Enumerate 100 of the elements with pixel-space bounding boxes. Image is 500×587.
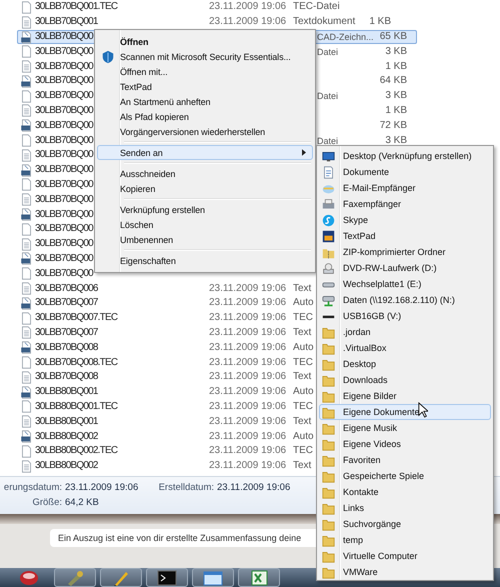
file-name[interactable]: 30LBB70BQ001 xyxy=(35,16,98,28)
menu-item[interactable]: USB16GB (V:) xyxy=(319,308,491,324)
mouse-cursor-icon xyxy=(418,402,428,418)
menu-item[interactable]: Löschen xyxy=(97,217,313,232)
menu-item[interactable]: Desktop xyxy=(319,356,491,372)
text-file-icon xyxy=(20,415,33,428)
menu-item[interactable]: Desktop (Verknüpfung erstellen) xyxy=(319,148,491,164)
file-name[interactable]: 30LBB70BQ00 xyxy=(35,194,93,205)
file-name[interactable]: 30LBB70BQ00 xyxy=(35,208,93,220)
text-file-icon xyxy=(20,148,33,162)
file-date: 23.11.2009 19:06 xyxy=(209,460,286,472)
file-name[interactable]: 30LBB80BQ001 xyxy=(35,386,98,398)
menu-item[interactable]: Gespeicherte Spiele xyxy=(319,468,491,484)
file-type: Auto xyxy=(293,386,314,398)
menu-item[interactable]: TextPad xyxy=(319,228,491,244)
file-name[interactable]: 30LBB70BQ00 xyxy=(35,268,93,279)
detail-value: 64,2 KB xyxy=(65,497,99,510)
drawing-file-icon xyxy=(20,252,33,266)
drawing-file-icon xyxy=(20,119,33,132)
drawing-file-icon xyxy=(20,341,33,354)
file-name[interactable]: 30LBB70BQ008 xyxy=(35,371,98,382)
file-name[interactable]: 30LBB70BQ00 xyxy=(35,60,93,72)
file-name[interactable]: 30LBB70BQ00 xyxy=(35,30,93,42)
file-name[interactable]: 30LBB70BQ00 xyxy=(35,75,93,86)
file-name[interactable]: 30LBB70BQ007 xyxy=(35,326,98,338)
menu-item[interactable]: Eigene Musik xyxy=(319,420,491,436)
menu-item[interactable]: DVD-RW-Laufwerk (D:) xyxy=(319,260,491,276)
menu-item[interactable]: .jordan xyxy=(319,324,491,340)
file-name[interactable]: 30LBB70BQ007.TEC xyxy=(35,312,118,324)
file-name[interactable]: 30LBB70BQ00 xyxy=(35,178,93,190)
file-name[interactable]: 30LBB70BQ00 xyxy=(35,252,93,264)
file-name[interactable]: 30LBB70BQ00 xyxy=(35,223,93,234)
file-name[interactable]: 30LBB70BQ00 xyxy=(35,238,93,250)
taskbar-button[interactable] xyxy=(238,568,280,587)
text-file-icon xyxy=(20,326,33,340)
menu-item[interactable]: Favoriten xyxy=(319,452,491,468)
file-name[interactable]: 30LBB70BQ001.TEC xyxy=(35,1,118,12)
file-name[interactable]: 30LBB70BQ00 xyxy=(35,134,93,146)
text-file-icon xyxy=(20,16,33,29)
menu-item[interactable]: Downloads xyxy=(319,372,491,388)
menu-item[interactable]: Verknüpfung erstellen xyxy=(97,202,313,217)
file-name[interactable]: 30LBB70BQ006 xyxy=(35,282,98,294)
menu-item[interactable]: Suchvorgänge xyxy=(319,516,491,532)
menu-item[interactable]: Öffnen mit... xyxy=(97,64,313,79)
file-name[interactable]: 30LBB80BQ002 xyxy=(35,460,98,472)
file-size: 65 KB xyxy=(380,30,407,42)
file-icon xyxy=(20,312,33,325)
menu-item[interactable]: Scannen mit Microsoft Security Essentials... xyxy=(97,49,313,64)
file-name[interactable]: 30LBB70BQ007 xyxy=(35,297,98,308)
menu-item[interactable]: Faxempfänger xyxy=(319,196,491,212)
file-name[interactable]: 30LBB80BQ002 xyxy=(35,430,98,442)
desktop-icon xyxy=(322,150,335,162)
file-name[interactable]: 30LBB80BQ002.TEC xyxy=(35,445,118,456)
file-name[interactable]: 30LBB70BQ00 xyxy=(35,90,93,102)
menu-item[interactable]: Ausschneiden xyxy=(97,166,313,181)
file-name[interactable]: 30LBB70BQ00 xyxy=(35,120,93,131)
menu-item[interactable]: Eigenschaften xyxy=(97,253,313,268)
menu-item[interactable]: Kontakte xyxy=(319,484,491,500)
menu-item[interactable]: Kopieren xyxy=(97,181,313,196)
file-name[interactable]: 30LBB70BQ00 xyxy=(35,164,93,176)
menu-item[interactable]: .VirtualBox xyxy=(319,340,491,356)
taskbar-button[interactable] xyxy=(146,568,188,587)
file-name[interactable]: 30LBB80BQ001.TEC xyxy=(35,400,118,412)
file-type: Text xyxy=(293,371,312,382)
menu-item[interactable]: TextPad xyxy=(97,79,313,94)
folder-icon xyxy=(322,454,335,466)
file-name[interactable]: 30LBB70BQ00 xyxy=(35,46,93,57)
menu-item[interactable]: Eigene Videos xyxy=(319,436,491,452)
file-name[interactable]: 30LBB70BQ008.TEC xyxy=(35,356,118,368)
taskbar-button[interactable] xyxy=(192,568,234,587)
menu-item[interactable]: Daten (\\192.168.2.110) (N:) xyxy=(319,292,491,308)
menu-item[interactable]: Öffnen xyxy=(97,34,313,49)
file-date: 23.11.2009 19:06 xyxy=(209,386,286,398)
menu-item[interactable]: VMWare xyxy=(319,564,491,580)
file-icon xyxy=(20,400,33,414)
file-date: 23.11.2009 19:06 xyxy=(209,356,286,368)
menu-item[interactable]: Eigene Bilder xyxy=(319,388,491,404)
menu-item[interactable]: Skype xyxy=(319,212,491,228)
menu-item[interactable]: Wechselplatte1 (E:) xyxy=(319,276,491,292)
drawing-file-icon xyxy=(20,30,33,44)
menu-item[interactable]: Virtuelle Computer xyxy=(319,548,491,564)
menu-item[interactable]: An Startmenü anheften xyxy=(97,94,313,109)
menu-item[interactable]: E-Mail-Empfänger xyxy=(319,180,491,196)
chat-icon xyxy=(322,214,335,226)
file-name[interactable]: 30LBB70BQ008 xyxy=(35,342,98,353)
menu-item[interactable]: Vorgängerversionen wiederherstellen xyxy=(97,124,313,139)
printer-icon xyxy=(322,198,335,210)
menu-item[interactable]: Links xyxy=(319,500,491,516)
menu-item[interactable]: Senden an xyxy=(97,145,313,160)
menu-item[interactable]: Dokumente xyxy=(319,164,491,180)
file-name[interactable]: 30LBB80BQ001 xyxy=(35,416,98,427)
menu-item[interactable]: Als Pfad kopieren xyxy=(97,109,313,124)
menu-item[interactable]: Eigene Dokumente xyxy=(319,404,491,420)
menu-item[interactable]: Umbenennen xyxy=(97,232,313,247)
file-type: Datei xyxy=(317,91,338,102)
menu-item[interactable]: ZIP-komprimierter Ordner xyxy=(319,244,491,260)
file-type: TEC-Datei xyxy=(293,1,340,12)
file-name[interactable]: 30LBB70BQ00 xyxy=(35,104,93,116)
file-name[interactable]: 30LBB70BQ00 xyxy=(35,149,93,160)
drawing-file-icon xyxy=(20,164,33,177)
